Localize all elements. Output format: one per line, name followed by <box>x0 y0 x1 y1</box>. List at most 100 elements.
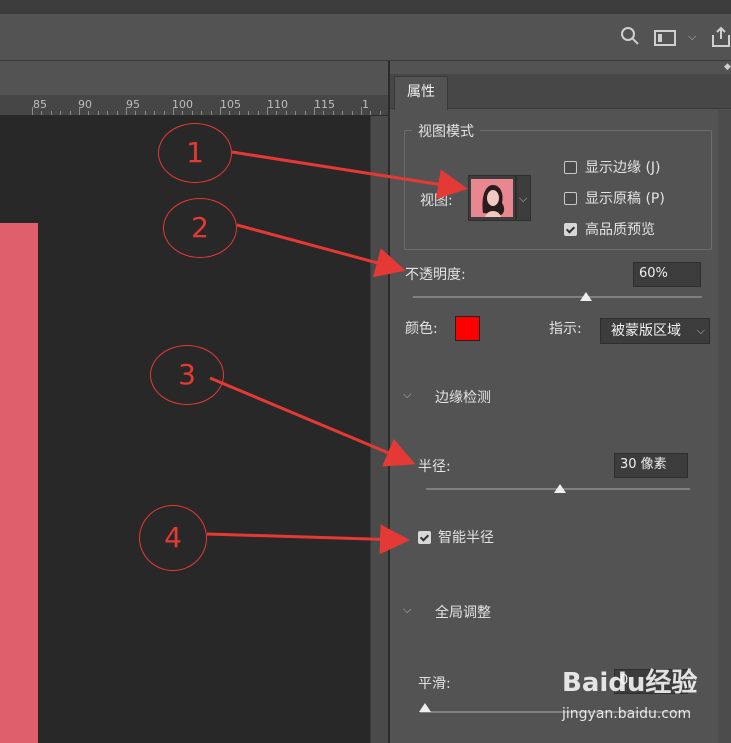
ruler-tick <box>257 111 259 115</box>
ruler-tick <box>351 111 353 115</box>
ruler-tick <box>97 111 99 115</box>
ruler-tick <box>314 107 315 115</box>
view-dropdown[interactable]: ⌵ <box>516 175 531 221</box>
ruler-tick <box>342 111 344 115</box>
horizontal-ruler: 85 90 95 100 105 110 115 1 <box>0 95 389 116</box>
ruler-tick <box>238 111 240 115</box>
search-icon[interactable] <box>620 26 640 51</box>
ruler-tick <box>116 111 118 115</box>
smart-radius-checkbox[interactable] <box>418 531 431 544</box>
smooth-slider-thumb[interactable] <box>419 703 431 712</box>
ruler-label: 100 <box>172 98 193 111</box>
global-refine-title[interactable]: 全局调整 <box>435 602 491 622</box>
annotation-number: 1 <box>186 136 204 169</box>
indicate-select[interactable]: 被蒙版区域 ⌵ <box>600 318 710 344</box>
show-edge-checkbox[interactable] <box>564 161 577 174</box>
annotation-circle-2: 2 <box>163 198 237 258</box>
title-bar <box>0 0 731 15</box>
baidu-watermark: Baidu经验 jingyan.baidu.com <box>560 662 730 726</box>
ruler-tick <box>173 107 174 115</box>
ruler-label: 110 <box>267 98 288 111</box>
ruler-label: 90 <box>78 98 92 111</box>
baidu-logo: Baidu经验 <box>562 668 698 698</box>
high-quality-checkbox[interactable] <box>564 223 577 236</box>
ruler-tick <box>126 107 127 115</box>
share-icon[interactable] <box>711 26 731 52</box>
ruler-tick <box>201 111 203 115</box>
color-label: 颜色: <box>405 321 438 337</box>
ruler-label: 1 <box>362 98 369 111</box>
high-quality-label: 高品质预览 <box>585 222 655 238</box>
masked-image-area <box>0 223 38 743</box>
annotation-circle-3: 3 <box>150 345 224 405</box>
ruler-tick <box>379 111 381 115</box>
ruler-tick <box>182 111 184 115</box>
ruler-tick <box>304 111 306 115</box>
ruler-tick <box>79 107 80 115</box>
portrait-thumbnail-icon <box>471 179 513 217</box>
ruler-tick <box>60 111 62 115</box>
annotation-circle-4: 4 <box>139 505 207 571</box>
ruler-tick <box>323 111 325 115</box>
edge-detection-title[interactable]: 边缘检测 <box>435 387 491 407</box>
chevron-down-icon: ⌵ <box>519 192 528 205</box>
ruler-tick <box>361 107 362 115</box>
ruler-tick <box>154 111 156 115</box>
edge-detection-collapse-icon[interactable]: ⌵ <box>403 388 411 402</box>
smart-radius-label: 智能半径 <box>438 530 494 546</box>
watermark-url: jingyan.baidu.com <box>562 706 692 722</box>
ruler-tick <box>332 111 334 115</box>
ruler-tick <box>41 111 43 115</box>
ruler-tick <box>135 111 137 115</box>
ruler-label: 105 <box>220 98 241 111</box>
radius-slider-thumb[interactable] <box>554 484 566 493</box>
ruler-tick <box>248 111 250 115</box>
chevron-down-icon: ⌵ <box>696 324 705 337</box>
radius-label: 半径: <box>418 459 451 475</box>
ruler-tick <box>267 107 268 115</box>
options-toolbar: ⌵ <box>0 14 731 61</box>
ruler-tick <box>285 111 287 115</box>
ruler-tick <box>50 111 52 115</box>
ruler-tick <box>163 111 165 115</box>
panel-scrollbar[interactable] <box>718 110 731 743</box>
ruler-label: 115 <box>314 98 335 111</box>
ruler-tick <box>107 111 109 115</box>
ruler-tick <box>229 111 231 115</box>
annotation-circle-1: 1 <box>158 123 232 183</box>
global-refine-collapse-icon[interactable]: ⌵ <box>403 603 411 617</box>
ruler-tick <box>295 111 297 115</box>
document-tab-strip <box>0 61 389 96</box>
view-mode-title: 视图模式 <box>412 121 480 141</box>
ruler-tick <box>144 111 146 115</box>
opacity-label: 不透明度: <box>405 267 466 283</box>
ruler-tick <box>191 111 193 115</box>
annotation-number: 2 <box>191 211 209 244</box>
show-original-checkbox[interactable] <box>564 192 577 205</box>
annotation-number: 4 <box>164 521 182 554</box>
opacity-slider-track[interactable] <box>413 296 702 298</box>
indicate-select-value: 被蒙版区域 <box>611 323 681 339</box>
show-original-label: 显示原稿 (P) <box>585 191 665 207</box>
annotation-number: 3 <box>178 358 196 391</box>
ruler-tick <box>210 111 212 115</box>
ruler-tick <box>220 107 221 115</box>
color-swatch[interactable] <box>455 316 480 341</box>
opacity-input[interactable]: 60% <box>633 262 701 287</box>
radius-input[interactable]: 30 像素 <box>614 453 688 478</box>
smooth-label: 平滑: <box>418 676 451 692</box>
ruler-tick <box>276 111 278 115</box>
ruler-tick <box>32 107 33 115</box>
opacity-slider-thumb[interactable] <box>580 292 593 301</box>
workspace-icon[interactable] <box>654 29 678 51</box>
workspace-chevron-down-icon[interactable]: ⌵ <box>688 30 696 44</box>
panel-menu-icon[interactable]: ◆ <box>724 62 731 72</box>
tab-properties[interactable]: 属性 <box>394 76 448 110</box>
canvas-vertical-scrollbar[interactable] <box>370 116 389 743</box>
show-edge-label: 显示边缘 (J) <box>585 160 661 176</box>
ruler-label: 85 <box>33 98 47 111</box>
ruler-label: 95 <box>126 98 140 111</box>
view-thumbnail-button[interactable] <box>468 175 516 221</box>
ruler-tick <box>370 111 372 115</box>
view-label: 视图: <box>420 193 453 209</box>
